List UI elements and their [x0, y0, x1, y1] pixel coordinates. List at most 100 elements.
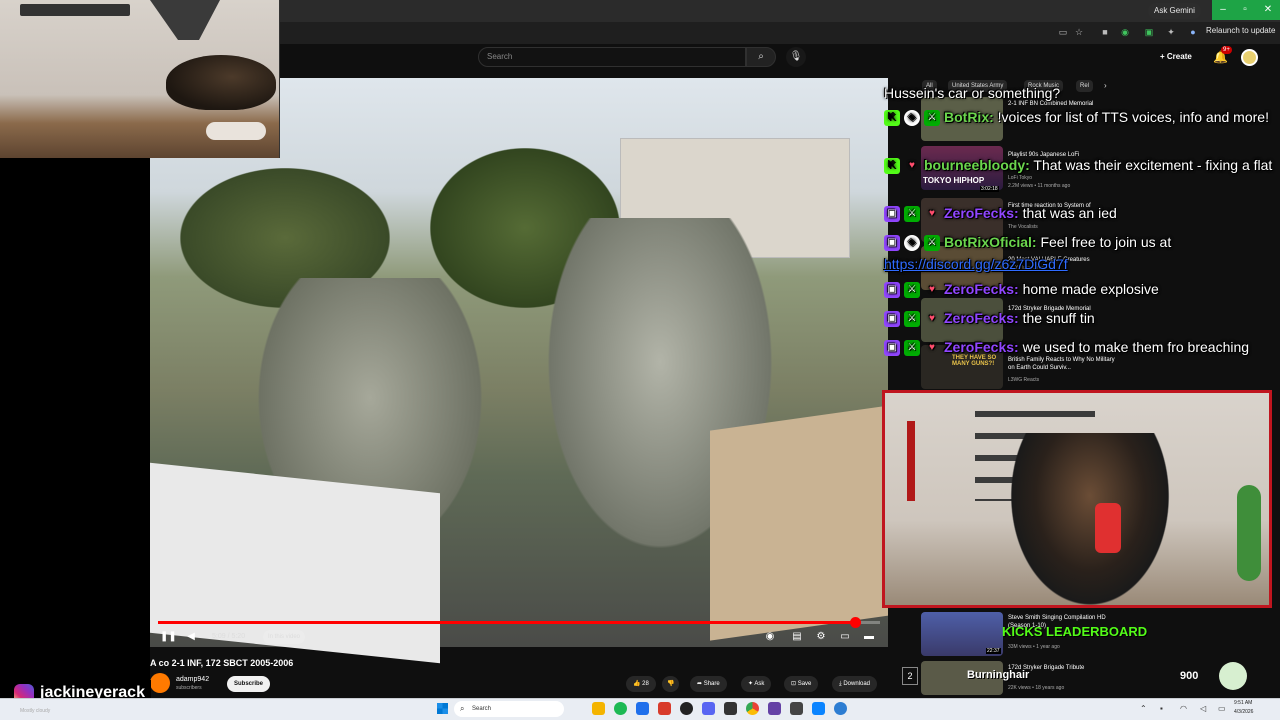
- download-button[interactable]: ⤓ Download: [832, 676, 878, 692]
- volume-icon[interactable]: ◀: [185, 630, 197, 644]
- clock-date[interactable]: 4/3/2026: [1234, 709, 1253, 716]
- share-icon: ➦: [697, 681, 704, 687]
- spotify-icon[interactable]: [614, 702, 627, 715]
- save-button[interactable]: ⊡ Save: [784, 676, 819, 692]
- leaderboard-avatar: [1219, 662, 1247, 690]
- heart-icon: ♥: [929, 208, 935, 220]
- autoplay-toggle-icon[interactable]: ◉: [764, 630, 776, 644]
- save-label: Save: [797, 681, 812, 687]
- chat-username: ZeroFecks:: [944, 339, 1019, 355]
- like-button[interactable]: 👍 28: [626, 676, 656, 692]
- heart-icon: ♥: [929, 342, 935, 354]
- github-icon[interactable]: [680, 702, 693, 715]
- chat-username: ZeroFecks:: [944, 205, 1019, 221]
- share-label: Share: [703, 681, 720, 687]
- search-button[interactable]: ⌕: [746, 47, 776, 67]
- mod-sword-icon: ⚔: [904, 206, 920, 223]
- clock-time[interactable]: 9:51 AM: [1234, 700, 1252, 707]
- ask-gemini-button[interactable]: Ask Gemini: [1148, 3, 1201, 19]
- tray-app-icon[interactable]: ▪: [1160, 704, 1163, 714]
- youtube-header: [280, 44, 1280, 78]
- extension-kick-icon[interactable]: ▣: [1142, 25, 1156, 39]
- webcam-microphone: [1095, 503, 1121, 553]
- mod-sword-icon: ⚔: [904, 311, 920, 328]
- mod-sword-icon: ⚔: [904, 282, 920, 299]
- notification-count-badge: 9+: [1221, 46, 1232, 54]
- chat-text: that was an ied: [1022, 205, 1117, 221]
- app-icon[interactable]: [724, 702, 737, 715]
- battery-icon[interactable]: ▭: [1218, 704, 1226, 714]
- chrome-icon[interactable]: [746, 702, 759, 715]
- webcam-cat: [166, 55, 276, 110]
- create-button[interactable]: + Create: [1160, 49, 1192, 65]
- thumbs-up-icon: 👍: [633, 681, 643, 687]
- taskbar-search[interactable]: ⌕ Search: [454, 701, 564, 717]
- pause-icon[interactable]: ❚❚: [160, 630, 177, 644]
- bookmark-star-icon[interactable]: ☆: [1072, 25, 1086, 39]
- channel-avatar[interactable]: [150, 673, 170, 693]
- avatar[interactable]: [1241, 49, 1258, 66]
- windows-start-icon[interactable]: [436, 702, 449, 715]
- search-input[interactable]: Search: [478, 47, 746, 67]
- chat-link[interactable]: https://discord.gg/z6z7DiGd7f: [884, 256, 1068, 272]
- video-title: A co 2-1 INF, 172 SBCT 2005-2006: [150, 658, 294, 668]
- webcam-streamer: [1005, 433, 1175, 613]
- app-icon[interactable]: [812, 702, 825, 715]
- app-icon[interactable]: [658, 702, 671, 715]
- plus-icon: +: [1160, 52, 1167, 61]
- voice-search-button[interactable]: 🎙: [786, 47, 806, 67]
- video-player[interactable]: [150, 78, 890, 664]
- webcam-pickle-figure: [1237, 485, 1261, 581]
- app-icon[interactable]: [834, 702, 847, 715]
- tray-chevron-icon[interactable]: ⌃: [1140, 704, 1147, 714]
- maximize-button[interactable]: ▫: [1234, 0, 1256, 20]
- channel-name[interactable]: adamp942: [176, 675, 209, 684]
- search-icon: ⌕: [758, 51, 764, 62]
- volume-icon[interactable]: ◁: [1200, 704, 1206, 714]
- kick-icon: K: [884, 110, 900, 127]
- dislike-button[interactable]: 👎: [662, 676, 680, 692]
- chat-message: ▣ ◈ ⚔ BotRixOficial: Feel free to join us a…: [884, 231, 1276, 275]
- wifi-icon[interactable]: ◠: [1180, 704, 1187, 714]
- rec-duration: 22:37: [986, 648, 1001, 654]
- profile-icon[interactable]: ●: [1186, 25, 1200, 39]
- mod-sword-icon: ⚔: [904, 340, 920, 357]
- minimize-button[interactable]: –: [1212, 0, 1234, 20]
- search-icon: ⌕: [460, 704, 465, 713]
- file-explorer-icon[interactable]: [592, 702, 605, 715]
- obs-icon[interactable]: [768, 702, 781, 715]
- weather-widget[interactable]: Mostly cloudy: [20, 707, 50, 715]
- miniplayer-icon[interactable]: ▭: [839, 630, 851, 644]
- webcam-wall-object: [20, 4, 130, 16]
- discord-icon[interactable]: [702, 702, 715, 715]
- extension-green-icon[interactable]: ◉: [1118, 25, 1132, 39]
- download-label: Download: [843, 681, 871, 687]
- share-button[interactable]: ➦ Share: [690, 676, 727, 692]
- puzzle-icon[interactable]: ✦: [1164, 25, 1178, 39]
- progress-bar[interactable]: [158, 617, 880, 628]
- settings-gear-icon[interactable]: ⚙: [815, 630, 827, 644]
- chat-text: we used to make them fro breaching: [1022, 339, 1250, 355]
- thumbs-down-icon: 👎: [667, 681, 675, 687]
- captions-icon[interactable]: ▤: [791, 630, 803, 644]
- terminal-icon[interactable]: [790, 702, 803, 715]
- chat-text: !voices for list of TTS voices, info and…: [997, 109, 1269, 125]
- chat-message: ▣ ⚔ ♥ ZeroFecks: the snuff tin: [884, 307, 1276, 329]
- cast-icon[interactable]: ▭: [1056, 25, 1070, 39]
- theater-mode-icon[interactable]: ▬: [863, 630, 875, 644]
- extension-icon[interactable]: ■: [1098, 25, 1112, 39]
- leaderboard-title: KICKS LEADERBOARD: [1002, 624, 1148, 639]
- app-icon[interactable]: [636, 702, 649, 715]
- relaunch-button[interactable]: Relaunch to update: [1206, 24, 1275, 38]
- chapter-button[interactable]: In this video: [263, 630, 306, 644]
- chat-message: ▣ ⚔ ♥ ZeroFecks: that was an ied: [884, 202, 1276, 224]
- chat-text: Hussein's car or something?: [884, 85, 1061, 101]
- mod-sword-icon: ⚔: [924, 235, 940, 252]
- taskbar-search-label: Search: [472, 706, 492, 712]
- close-button[interactable]: ✕: [1256, 0, 1280, 20]
- bot-icon: ◈: [904, 235, 920, 252]
- ask-button[interactable]: ✦ Ask: [741, 676, 772, 692]
- leaderboard-score: 900: [1180, 670, 1199, 682]
- chat-message: K ♥ bourneebloody: That was their exciteme…: [884, 154, 1276, 176]
- subscribe-button[interactable]: Subscribe: [227, 676, 271, 692]
